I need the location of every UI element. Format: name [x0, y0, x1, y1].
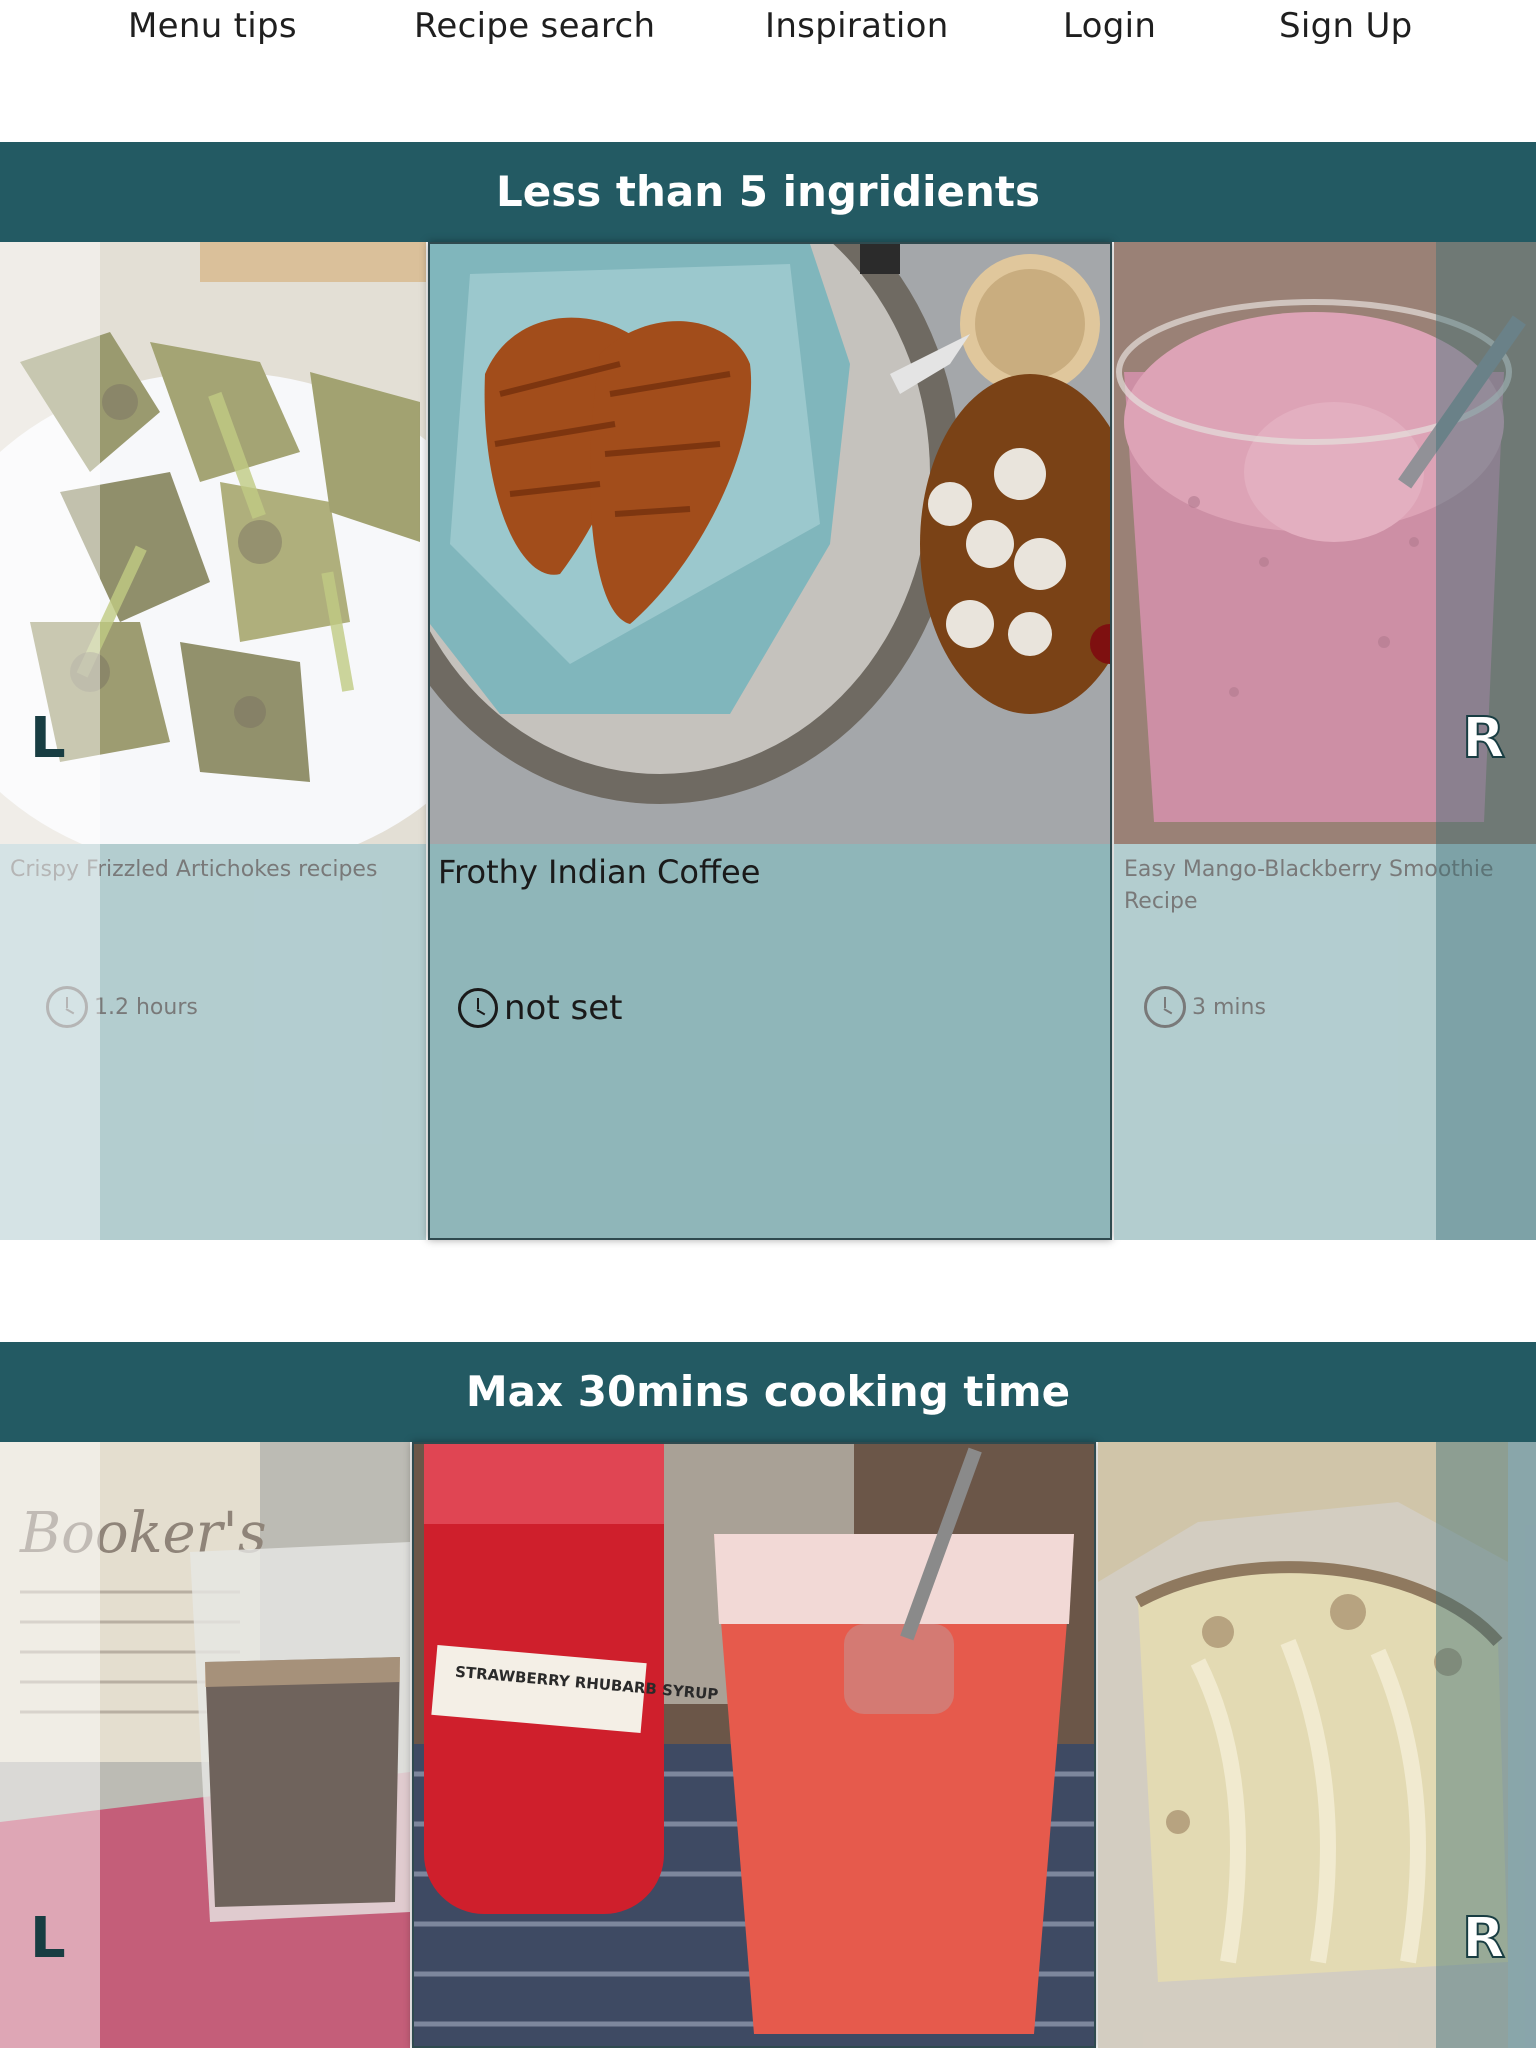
carousel-next-button[interactable]: R — [1461, 1905, 1506, 1972]
recipe-title: Frothy Indian Coffee — [438, 853, 761, 891]
recipe-card-indian-coffee[interactable]: Frothy Indian Coffee not set — [428, 242, 1112, 1240]
nav-recipe-search[interactable]: Recipe search — [414, 6, 655, 46]
section-title-less-than-5: Less than 5 ingridients — [0, 142, 1536, 242]
recipe-card-strawberry-soda[interactable]: STRAWBERRY RHUBARB SYRUP — [412, 1442, 1096, 2048]
section-title-max-30mins: Max 30mins cooking time — [0, 1342, 1536, 1442]
strawberry-rhubarb-soda-photo: STRAWBERRY RHUBARB SYRUP — [414, 1444, 1094, 2046]
clock-icon — [458, 988, 498, 1028]
nav-inspiration[interactable]: Inspiration — [765, 6, 949, 46]
nav-sign-up[interactable]: Sign Up — [1279, 6, 1413, 46]
cook-time-value: not set — [504, 988, 623, 1028]
croissants-coffee-photo — [430, 244, 1110, 844]
cook-time: not set — [458, 988, 622, 1028]
top-nav: Menu tips Recipe search Inspiration Logi… — [0, 0, 1536, 62]
nav-menu-tips[interactable]: Menu tips — [128, 6, 297, 46]
card-body: Frothy Indian Coffee not set — [430, 844, 1110, 1238]
nav-login[interactable]: Login — [1063, 6, 1156, 46]
carousel-prev-button[interactable]: L — [30, 1906, 66, 1971]
carousel-prev-button[interactable]: L — [30, 706, 66, 771]
carousel-next-button[interactable]: R — [1461, 705, 1506, 772]
